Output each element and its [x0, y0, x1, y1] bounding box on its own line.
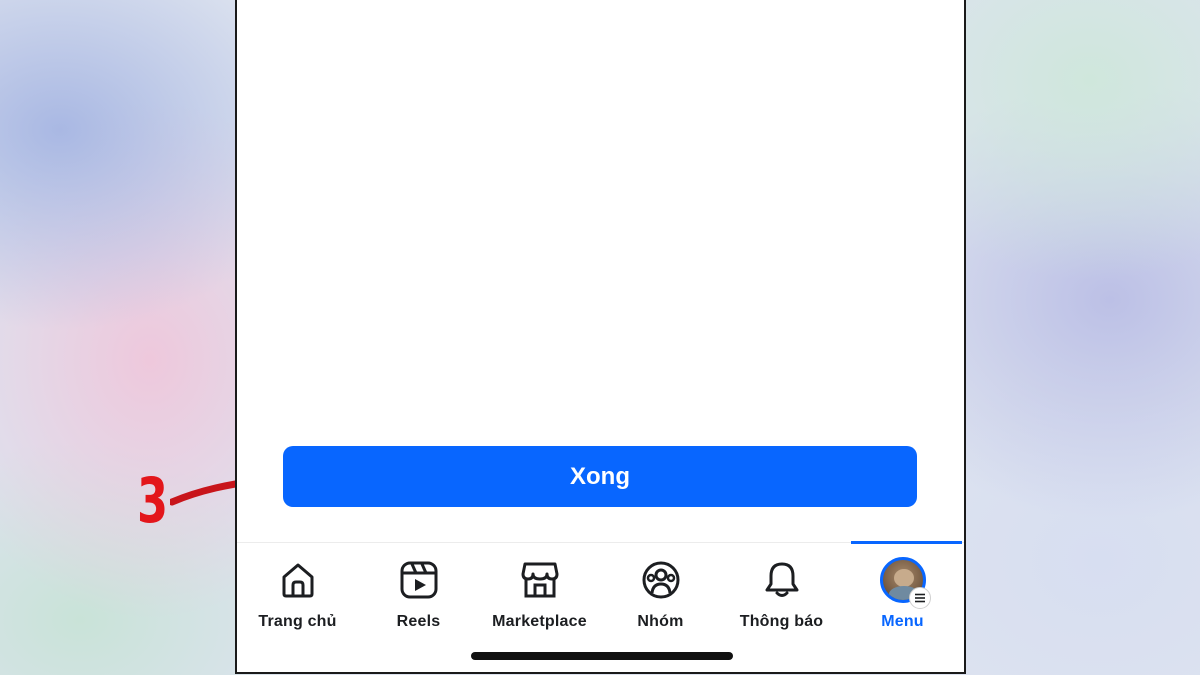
tab-home-label: Trang chủ: [258, 613, 337, 630]
home-icon: [275, 557, 321, 603]
hamburger-menu-icon: [908, 587, 931, 609]
tab-notifications-label: Thông báo: [739, 613, 824, 630]
tab-reels[interactable]: Reels: [358, 557, 479, 637]
marketplace-icon: [517, 557, 563, 603]
bell-icon: [759, 557, 805, 603]
phone-screen: Xong Trang chủ Reels Marketplace Nhóm Th…: [235, 0, 966, 674]
annotation-step-number: 3: [137, 464, 169, 537]
tab-reels-label: Reels: [396, 613, 441, 630]
tab-marketplace-label: Marketplace: [492, 613, 587, 630]
tab-menu-label: Menu: [881, 613, 924, 630]
home-indicator: [471, 652, 733, 660]
tab-marketplace[interactable]: Marketplace: [479, 557, 600, 637]
profile-avatar-icon: [879, 557, 931, 609]
tab-menu-icon-container: [879, 557, 931, 609]
tab-groups-label: Nhóm: [637, 613, 684, 630]
active-tab-indicator: [851, 541, 962, 544]
tab-home[interactable]: Trang chủ: [237, 557, 358, 637]
tab-notifications[interactable]: Thông báo: [721, 557, 842, 637]
tab-menu[interactable]: Menu: [842, 557, 963, 637]
tab-groups[interactable]: Nhóm: [600, 557, 721, 637]
reels-icon: [396, 557, 442, 603]
groups-icon: [638, 557, 684, 603]
done-button[interactable]: Xong: [283, 446, 917, 507]
